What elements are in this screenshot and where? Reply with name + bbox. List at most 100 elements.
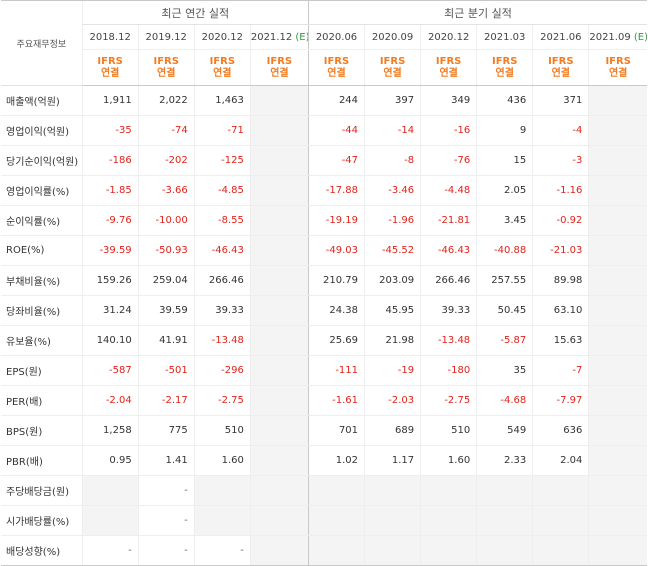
value-cell: -39.59 [81, 235, 139, 266]
value-cell: -17.88 [307, 175, 365, 206]
ifrs-badge: IFRS 연결 [249, 49, 309, 86]
value-cell: -49.03 [307, 235, 365, 266]
value-cell: -1.16 [532, 175, 589, 206]
value-cell: 436 [476, 85, 533, 116]
value-cell [249, 445, 309, 476]
value-cell: 140.10 [81, 325, 139, 356]
value-cell [249, 385, 309, 416]
value-cell [588, 415, 647, 446]
value-cell [588, 475, 647, 506]
value-cell: -1.61 [307, 385, 365, 416]
value-cell: -3 [532, 145, 589, 176]
ifrs-badge: IFRS 연결 [307, 49, 365, 86]
value-cell: 244 [307, 85, 365, 116]
value-cell: 15.63 [532, 325, 589, 356]
value-cell [249, 295, 309, 326]
table-row: 당기순이익(억원) -186 -202 -125 -47 -8 -76 15 -3 [1, 145, 647, 176]
value-cell [81, 505, 139, 536]
ifrs-consolidated: 연결 [439, 67, 458, 79]
value-cell: -16 [420, 115, 477, 146]
row-label: PBR(배) [1, 445, 83, 476]
row-label: 주당배당금(원) [1, 475, 83, 506]
ifrs-badge: IFRS 연결 [476, 49, 533, 86]
ifrs-consolidated: 연결 [100, 67, 120, 79]
value-cell [588, 145, 647, 176]
period-label: 2020.06 [315, 31, 358, 43]
period-header: 2021.06 [532, 24, 589, 50]
row-label: 당기순이익(억원) [1, 145, 83, 176]
table-row: 매출액(억원) 1,911 2,022 1,463 244 397 349 436 371 [1, 85, 647, 116]
value-cell [249, 325, 309, 356]
value-cell [249, 535, 309, 566]
row-label: 영업이익(억원) [1, 115, 83, 146]
period-label: 2020.12 [201, 31, 243, 43]
value-cell: 701 [307, 415, 365, 446]
value-cell: -0.92 [532, 205, 589, 236]
value-cell [249, 205, 309, 236]
ifrs-standard: IFRS [323, 55, 350, 67]
ifrs-standard: IFRS [266, 55, 293, 67]
value-cell: 1.41 [137, 445, 195, 476]
value-cell [532, 535, 589, 566]
value-cell: -202 [137, 145, 195, 176]
value-cell: 39.33 [193, 295, 251, 326]
value-cell: 1.60 [420, 445, 477, 476]
value-cell: -9.76 [81, 205, 139, 236]
value-cell: - [193, 535, 251, 566]
table-row: 당좌비율(%) 31.24 39.59 39.33 24.38 45.95 39.33 50.… [1, 295, 647, 326]
corner-label: 주요재무정보 [1, 0, 83, 86]
period-header: 2020.12 [420, 24, 477, 50]
value-cell: - [137, 475, 195, 506]
period-label: 2020.12 [427, 31, 470, 43]
period-label: 2021.12 [250, 31, 293, 43]
row-label: 순이익률(%) [1, 205, 83, 236]
value-cell: 0.95 [81, 445, 139, 476]
ifrs-header-row: IFRS 연결 IFRS 연결 IFRS 연결 IFRS 연결 IFRS 연결 IFRS 연결 IFRS… [1, 49, 647, 86]
value-cell: -47 [307, 145, 365, 176]
ifrs-standard: IFRS [435, 55, 462, 67]
value-cell: 39.33 [420, 295, 477, 326]
ifrs-badge: IFRS 연결 [588, 49, 647, 86]
value-cell: -10.00 [137, 205, 195, 236]
ifrs-badge: IFRS 연결 [532, 49, 589, 86]
value-cell: -3.46 [364, 175, 421, 206]
value-cell [364, 505, 421, 536]
value-cell: 31.24 [81, 295, 139, 326]
value-cell: 35 [476, 355, 533, 386]
value-cell: 21.98 [364, 325, 421, 356]
value-cell [307, 475, 365, 506]
value-cell: 510 [193, 415, 251, 446]
ifrs-standard: IFRS [379, 55, 406, 67]
value-cell: 39.59 [137, 295, 195, 326]
value-cell [532, 505, 589, 536]
table-row: 영업이익률(%) -1.85 -3.66 -4.85 -17.88 -3.46 -4.48 2… [1, 175, 647, 206]
value-cell [249, 115, 309, 146]
row-label: 영업이익률(%) [1, 175, 83, 206]
ifrs-standard: IFRS [605, 55, 631, 67]
value-cell [420, 505, 477, 536]
value-cell: -2.04 [81, 385, 139, 416]
ifrs-standard: IFRS [209, 55, 236, 67]
period-header: 2021.09 (E) [588, 24, 647, 50]
value-cell: -1.96 [364, 205, 421, 236]
table-row: 유보율(%) 140.10 41.91 -13.48 25.69 21.98 -13.48-… [1, 325, 647, 356]
value-cell: -186 [81, 145, 139, 176]
value-cell: -4.85 [193, 175, 251, 206]
quarter-group-header: 최근 분기 실적 [307, 0, 647, 25]
value-cell: 210.79 [307, 265, 365, 296]
value-cell: 349 [420, 85, 477, 116]
row-label: 시가배당률(%) [1, 505, 83, 536]
period-header-row: 2018.12 2019.12 2020.12 2021.12 (E) 2020.06 2… [1, 24, 647, 50]
value-cell: -1.85 [81, 175, 139, 206]
value-cell [364, 535, 421, 566]
value-cell: 63.10 [532, 295, 589, 326]
value-cell [364, 475, 421, 506]
value-cell [249, 355, 309, 386]
value-cell: 203.09 [364, 265, 421, 296]
value-cell: 1.02 [307, 445, 365, 476]
value-cell: -14 [364, 115, 421, 146]
value-cell [193, 505, 251, 536]
value-cell: - [81, 535, 139, 566]
value-cell [249, 145, 309, 176]
period-header: 2020.12 [193, 24, 251, 50]
